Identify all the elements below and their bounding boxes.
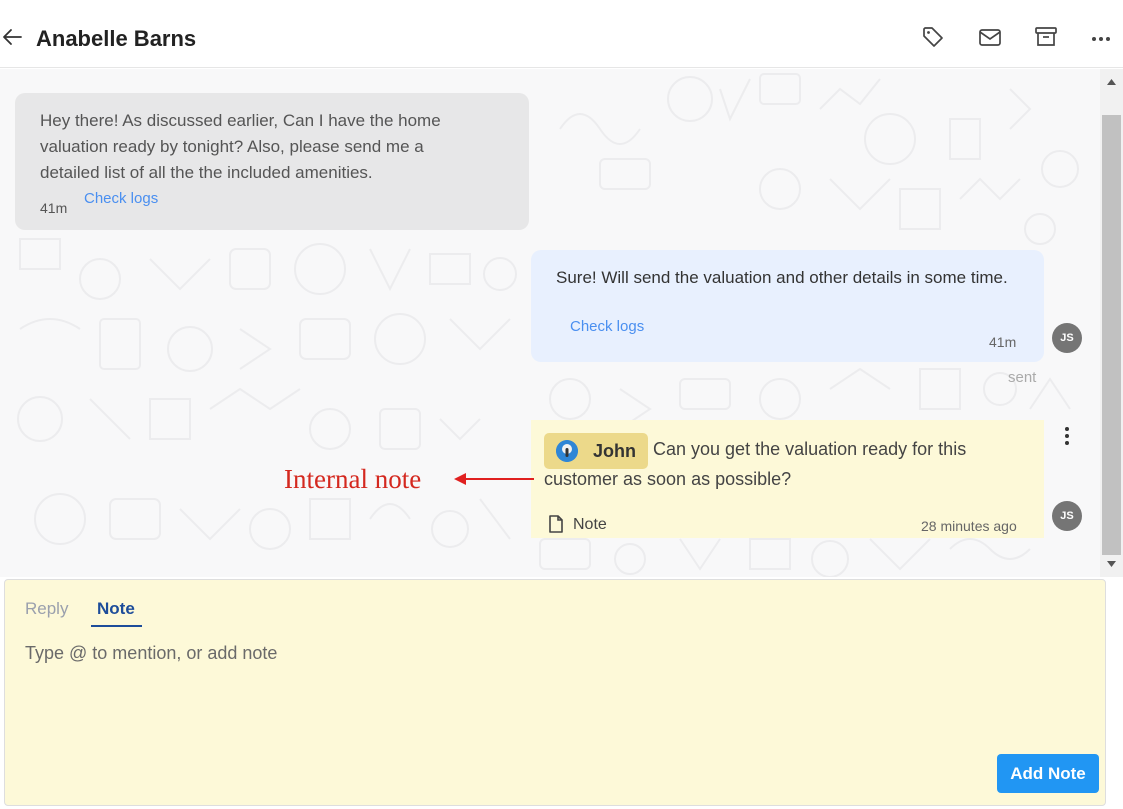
archive-icon[interactable] [1033, 24, 1059, 50]
more-horizontal-icon[interactable] [1089, 24, 1115, 50]
avatar: JS [1052, 501, 1082, 531]
scroll-up-icon[interactable] [1100, 73, 1123, 91]
note-text-line-2: customer as soon as possible? [544, 469, 792, 489]
tab-note[interactable]: Note [97, 598, 135, 620]
note-text-line-1: Can you get the valuation ready for this [653, 439, 967, 459]
outgoing-check-logs-link[interactable]: Check logs [570, 318, 644, 336]
tab-reply[interactable]: Reply [25, 598, 68, 620]
tag-icon[interactable] [920, 24, 946, 50]
incoming-check-logs-link[interactable]: Check logs [84, 190, 158, 208]
add-note-button[interactable]: Add Note [997, 754, 1099, 793]
note-composer: Reply Note Add Note [4, 579, 1106, 806]
internal-note-annotation: Internal note [284, 464, 422, 494]
note-document-icon [548, 515, 564, 533]
annotation-arrow-icon [454, 473, 534, 485]
scrollbar-thumb[interactable] [1102, 115, 1121, 555]
internal-note: John Can you get the valuation ready for… [531, 420, 1044, 538]
note-input[interactable] [25, 640, 1085, 760]
note-time: 28 minutes ago [921, 518, 1017, 534]
mention-chip[interactable]: John [544, 433, 648, 469]
incoming-message: Hey there! As discussed earlier, Can I h… [15, 93, 529, 230]
incoming-message-text: Hey there! As discussed earlier, Can I h… [40, 111, 441, 182]
mention-name: John [593, 441, 636, 461]
outgoing-message-time: 41m [989, 334, 1017, 350]
message-status: sent [1008, 369, 1037, 386]
outgoing-message-text: Sure! Will send the valuation and other … [556, 268, 1008, 287]
contact-name: Anabelle Barns [36, 26, 197, 51]
mention-avatar [556, 440, 578, 462]
scroll-down-icon[interactable] [1100, 555, 1123, 573]
note-type-label: Note [573, 516, 607, 533]
conversation-header: Anabelle Barns [0, 0, 1123, 68]
back-arrow-icon[interactable] [0, 24, 26, 50]
chat-scrollbar[interactable] [1100, 69, 1123, 577]
note-options-icon[interactable] [1057, 424, 1077, 450]
avatar: JS [1052, 323, 1082, 353]
chat-thread: Hey there! As discussed earlier, Can I h… [0, 69, 1100, 577]
active-tab-indicator [91, 625, 142, 627]
incoming-message-time: 41m [40, 200, 68, 216]
outgoing-message: Sure! Will send the valuation and other … [531, 250, 1044, 362]
mail-icon[interactable] [977, 24, 1003, 50]
